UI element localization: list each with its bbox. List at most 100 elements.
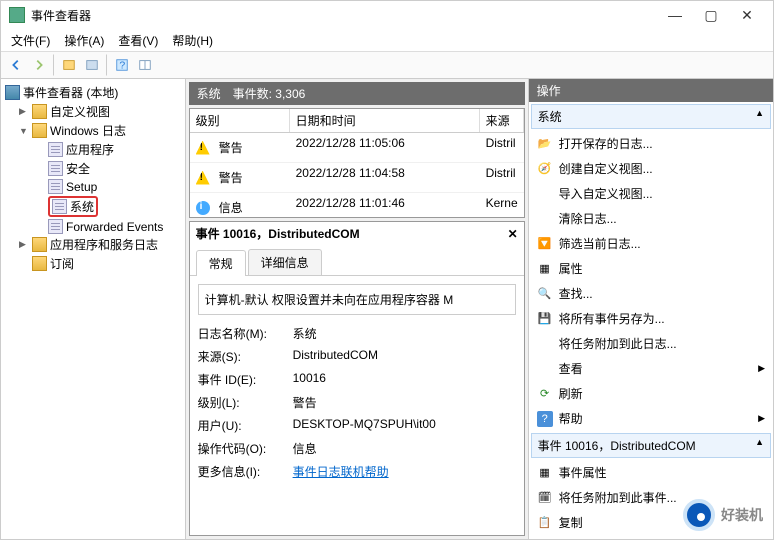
close-button[interactable]: ✕ xyxy=(729,7,765,24)
watermark: 好装机 xyxy=(683,499,763,531)
computer-icon xyxy=(5,85,20,100)
event-row[interactable]: 信息 2022/12/28 11:01:46 Kerne xyxy=(190,193,524,217)
app-icon xyxy=(9,7,25,23)
toolbar: ? xyxy=(1,51,773,79)
label-log-name: 日志名称(M): xyxy=(198,325,293,342)
back-button[interactable] xyxy=(5,54,27,76)
column-date[interactable]: 日期和时间 xyxy=(290,109,480,132)
detail-close-button[interactable]: ✕ xyxy=(508,227,518,241)
log-icon xyxy=(48,161,63,176)
action-create-custom-view[interactable]: 🧭创建自定义视图... xyxy=(529,156,773,181)
value-user: DESKTOP-MQ7SPUH\it00 xyxy=(293,417,516,434)
save-icon: 💾 xyxy=(537,311,553,327)
event-list: 级别 日期和时间 来源 警告 2022/12/28 11:05:06 Distr… xyxy=(189,108,525,218)
action-save-all-events[interactable]: 💾将所有事件另存为... xyxy=(529,306,773,331)
tree-pane: 事件查看器 (本地) ▶自定义视图 ▼Windows 日志 应用程序 安全 Se… xyxy=(1,79,186,539)
watermark-text: 好装机 xyxy=(721,505,763,525)
column-level[interactable]: 级别 xyxy=(190,109,290,132)
info-icon xyxy=(196,201,210,215)
collapse-icon: ▲ xyxy=(755,108,764,125)
tab-general[interactable]: 常规 xyxy=(196,250,246,276)
menu-action[interactable]: 操作(A) xyxy=(58,30,110,51)
action-import-custom-view[interactable]: 导入自定义视图... xyxy=(529,181,773,206)
event-row[interactable]: 警告 2022/12/28 11:05:06 Distril xyxy=(190,133,524,163)
warning-icon xyxy=(196,141,210,155)
clear-icon xyxy=(537,211,553,227)
action-find[interactable]: 🔍查找... xyxy=(529,281,773,306)
forward-button[interactable] xyxy=(28,54,50,76)
tree-subscriptions[interactable]: 订阅 xyxy=(3,254,183,273)
log-icon xyxy=(48,179,63,194)
tab-details[interactable]: 详细信息 xyxy=(248,249,322,275)
detail-title: 事件 10016，DistributedCOM xyxy=(196,225,508,242)
folder-icon xyxy=(32,237,47,252)
tree-windows-logs[interactable]: ▼Windows 日志 xyxy=(3,121,183,140)
event-list-body[interactable]: 警告 2022/12/28 11:05:06 Distril 警告 2022/1… xyxy=(190,133,524,217)
more-info-link[interactable]: 事件日志联机帮助 xyxy=(293,465,389,479)
window-title: 事件查看器 xyxy=(31,7,657,24)
actions-section-system[interactable]: 系统▲ xyxy=(531,104,771,129)
header-event-count: 事件数: 3,306 xyxy=(233,85,306,102)
chevron-right-icon: ▶ xyxy=(758,363,765,374)
copy-icon: 📋 xyxy=(537,515,553,531)
column-source[interactable]: 来源 xyxy=(480,109,524,132)
folder-icon xyxy=(32,123,47,138)
action-clear-log[interactable]: 清除日志... xyxy=(529,206,773,231)
log-icon xyxy=(48,142,63,157)
header-log-name: 系统 xyxy=(197,85,221,102)
actions-section-event[interactable]: 事件 10016，DistributedCOM▲ xyxy=(531,433,771,458)
tree-custom-views[interactable]: ▶自定义视图 xyxy=(3,102,183,121)
task-icon: 🗓 xyxy=(537,490,553,506)
help-button[interactable]: ? xyxy=(111,54,133,76)
show-hide-tree-button[interactable] xyxy=(58,54,80,76)
watermark-logo-icon xyxy=(683,499,715,531)
svg-text:?: ? xyxy=(119,60,125,72)
action-refresh[interactable]: ⟳刷新 xyxy=(529,381,773,406)
center-header: 系统 事件数: 3,306 xyxy=(189,82,525,105)
maximize-button[interactable]: ▢ xyxy=(693,7,729,24)
find-icon: 🔍 xyxy=(537,286,553,302)
label-more-info: 更多信息(I): xyxy=(198,463,293,480)
chevron-right-icon: ▶ xyxy=(758,413,765,424)
action-view[interactable]: 查看▶ xyxy=(529,356,773,381)
detail-description: 计算机-默认 权限设置并未向在应用程序容器 M xyxy=(198,284,516,315)
label-level: 级别(L): xyxy=(198,394,293,411)
action-attach-task-log[interactable]: 将任务附加到此日志... xyxy=(529,331,773,356)
layout-button[interactable] xyxy=(134,54,156,76)
detail-fields: 日志名称(M):系统 来源(S):DistributedCOM 事件 ID(E)… xyxy=(198,325,516,480)
action-open-saved-log[interactable]: 📂打开保存的日志... xyxy=(529,131,773,156)
label-user: 用户(U): xyxy=(198,417,293,434)
action-help[interactable]: ?帮助▶ xyxy=(529,406,773,431)
actions-pane: 操作 系统▲ 📂打开保存的日志... 🧭创建自定义视图... 导入自定义视图..… xyxy=(528,79,773,539)
folder-icon xyxy=(32,104,47,119)
value-opcode: 信息 xyxy=(293,440,516,457)
tree-apps-services[interactable]: ▶应用程序和服务日志 xyxy=(3,235,183,254)
selection-highlight: 系统 xyxy=(48,196,98,217)
action-properties[interactable]: ▦属性 xyxy=(529,256,773,281)
minimize-button[interactable]: — xyxy=(657,7,693,24)
center-pane: 系统 事件数: 3,306 级别 日期和时间 来源 警告 2022/12/28 … xyxy=(186,79,528,539)
workspace: 事件查看器 (本地) ▶自定义视图 ▼Windows 日志 应用程序 安全 Se… xyxy=(1,79,773,539)
menu-file[interactable]: 文件(F) xyxy=(5,30,56,51)
tree-log-security[interactable]: 安全 xyxy=(3,159,183,178)
properties-icon: ▦ xyxy=(537,465,553,481)
tree-log-system[interactable]: 系统 xyxy=(3,195,183,218)
value-source: DistributedCOM xyxy=(293,348,516,365)
tree-log-application[interactable]: 应用程序 xyxy=(3,140,183,159)
help-icon: ? xyxy=(537,411,553,427)
export-button[interactable] xyxy=(81,54,103,76)
toolbar-separator xyxy=(53,54,55,76)
tree-root[interactable]: 事件查看器 (本地) xyxy=(3,83,183,102)
menu-help[interactable]: 帮助(H) xyxy=(166,30,219,51)
value-level: 警告 xyxy=(293,394,516,411)
refresh-icon: ⟳ xyxy=(537,386,553,402)
event-row[interactable]: 警告 2022/12/28 11:04:58 Distril xyxy=(190,163,524,193)
menu-view[interactable]: 查看(V) xyxy=(112,30,164,51)
tree-log-forwarded[interactable]: Forwarded Events xyxy=(3,218,183,235)
action-event-properties[interactable]: ▦事件属性 xyxy=(529,460,773,485)
toolbar-separator xyxy=(106,54,108,76)
action-filter-log[interactable]: 🔽筛选当前日志... xyxy=(529,231,773,256)
tree-log-setup[interactable]: Setup xyxy=(3,178,183,195)
task-icon xyxy=(537,336,553,352)
import-icon xyxy=(537,186,553,202)
